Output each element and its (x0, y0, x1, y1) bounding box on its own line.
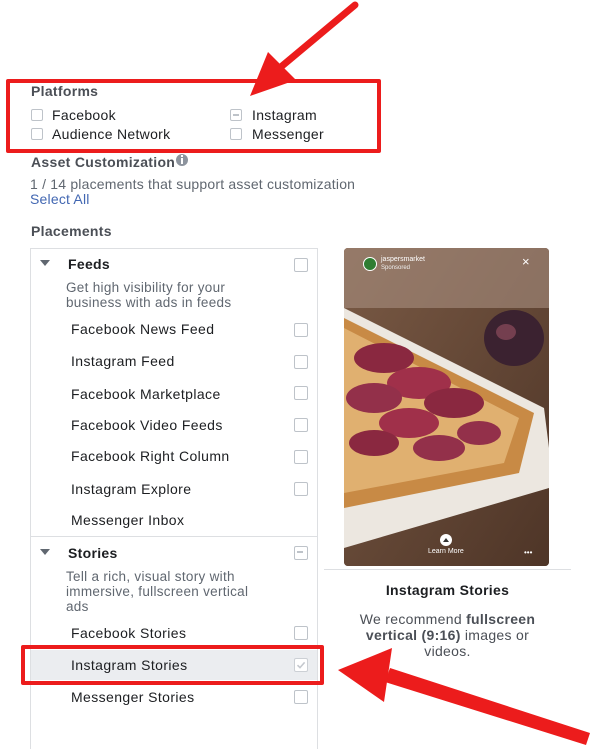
top-arrow-icon (250, 1, 359, 96)
annotation-arrows (250, 1, 590, 745)
bottom-arrow-icon (338, 648, 590, 745)
